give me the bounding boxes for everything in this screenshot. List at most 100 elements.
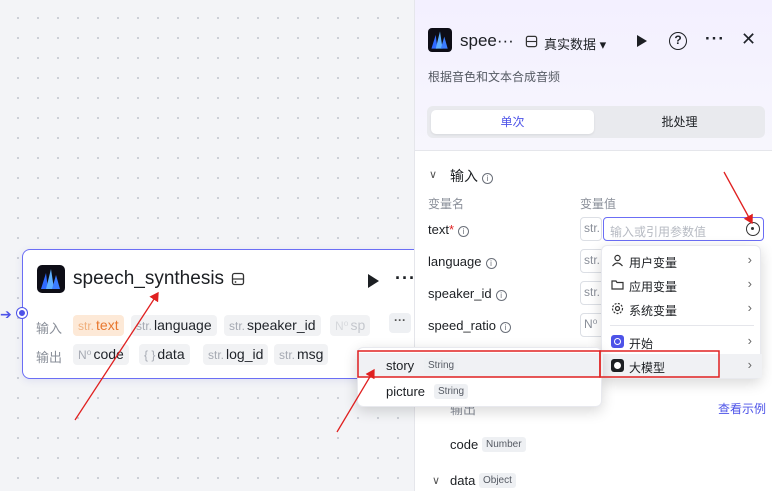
run-node-button[interactable]: [368, 274, 379, 288]
output-name-code: code: [450, 437, 479, 452]
type-badge: String: [424, 358, 459, 373]
tag-name: language: [154, 317, 212, 333]
database-icon: [231, 272, 246, 287]
input-tag-text[interactable]: str. text: [73, 315, 124, 336]
output-tag-data: { } data: [139, 344, 190, 365]
input-port-handle[interactable]: [17, 308, 27, 318]
submenu-item-picture[interactable]: picture String: [358, 379, 603, 403]
tag-name: text: [96, 317, 119, 333]
output-tag-code: N⁰ code: [73, 344, 129, 365]
required-mark: *: [448, 222, 455, 237]
help-icon[interactable]: ?: [669, 32, 687, 50]
incoming-arrow-icon: ➔: [0, 306, 12, 322]
tag-name: msg: [297, 346, 324, 362]
node-input-label: 输入: [36, 321, 63, 336]
type-chip: str.: [580, 217, 602, 241]
tag-name: speaker_id: [247, 317, 316, 333]
type-label: str.: [584, 253, 601, 267]
tag-name: sp: [350, 317, 366, 333]
tag-name: code: [93, 346, 124, 362]
variable-source-menu: 用户变量 › 应用变量 › 系统变量 › 开始 › 大模型 ›: [601, 245, 762, 379]
menu-divider: [610, 325, 754, 326]
menu-item-app-variables[interactable]: 应用变量 ›: [602, 273, 762, 297]
start-icon: [611, 335, 624, 348]
tag-name: log_id: [226, 346, 264, 362]
panel-description: 根据音色和文本合成音频: [428, 70, 561, 84]
variable-name: story: [386, 358, 415, 373]
type-badge: String: [434, 384, 469, 399]
chevron-down-icon[interactable]: ∨: [429, 168, 437, 181]
type-label: { }: [144, 348, 156, 362]
node-more-button[interactable]: ···: [395, 268, 416, 289]
menu-item-user-variables[interactable]: 用户变量 ›: [602, 249, 762, 273]
llm-icon: [611, 359, 624, 372]
input-section-title: 输入 i: [450, 166, 493, 186]
chevron-right-icon: ›: [747, 252, 752, 267]
info-icon[interactable]: i: [482, 173, 493, 184]
llm-output-submenu: story String picture String: [357, 347, 603, 407]
user-icon: [612, 254, 623, 267]
label-text: speaker_id: [428, 286, 492, 301]
panel-more-button[interactable]: ···: [705, 29, 725, 49]
info-icon[interactable]: i: [495, 290, 507, 301]
type-label: N⁰: [335, 319, 349, 333]
tab-batch[interactable]: 批处理: [598, 110, 761, 134]
output-name-data: data: [450, 473, 476, 488]
menu-item-label: 用户变量: [629, 256, 678, 270]
output-tag-log-id: str. log_id: [203, 344, 269, 365]
submenu-item-story[interactable]: story String: [358, 353, 603, 377]
field-label-language: language i: [428, 254, 497, 269]
menu-item-llm-node[interactable]: 大模型 ›: [602, 354, 762, 378]
column-header-value: 变量值: [580, 197, 617, 211]
view-example-link[interactable]: 查看示例: [718, 400, 766, 417]
run-button[interactable]: [637, 35, 647, 47]
type-label: N⁰: [78, 348, 92, 362]
folder-icon: [611, 280, 624, 290]
menu-item-label: 系统变量: [629, 304, 678, 318]
info-icon[interactable]: i: [458, 226, 470, 237]
run-mode-tabs: 单次 批处理: [427, 106, 765, 138]
type-label: str.: [136, 319, 153, 333]
type-label: str.: [279, 348, 296, 362]
type-label: str.: [229, 319, 246, 333]
type-label: str.: [584, 221, 601, 235]
tab-single[interactable]: 单次: [431, 110, 594, 134]
type-badge: Number: [482, 437, 526, 452]
input-placeholder: 输入或引用参数值: [610, 225, 707, 239]
chevron-right-icon: ›: [747, 357, 752, 372]
input-tag-speed[interactable]: N⁰ sp: [330, 315, 370, 336]
type-label: str.: [78, 319, 95, 333]
field-label-text: text* i: [428, 222, 470, 237]
section-title-text: 输入: [450, 168, 478, 184]
plugin-logo-icon: [428, 28, 452, 52]
chevron-right-icon: ›: [747, 300, 752, 315]
info-icon[interactable]: i: [485, 258, 497, 269]
node-output-label: 输出: [36, 350, 63, 365]
close-icon[interactable]: ✕: [741, 29, 756, 50]
type-label: str.: [584, 285, 601, 299]
menu-item-label: 大模型: [629, 361, 666, 375]
text-value-input[interactable]: 输入或引用参数值: [603, 217, 764, 241]
plugin-logo-icon: [37, 265, 65, 293]
menu-item-system-variables[interactable]: 系统变量 ›: [602, 297, 762, 321]
input-tag-speaker-id[interactable]: str. speaker_id: [224, 315, 321, 336]
menu-item-start-node[interactable]: 开始 ›: [602, 330, 762, 354]
field-label-speed-ratio: speed_ratio i: [428, 318, 511, 333]
reference-variable-icon[interactable]: [746, 222, 760, 236]
panel-title: spee···: [460, 31, 514, 50]
menu-item-label: 应用变量: [629, 280, 678, 294]
info-icon[interactable]: i: [499, 322, 511, 333]
more-inputs-button[interactable]: ···: [389, 313, 411, 333]
column-header-name: 变量名: [428, 197, 465, 211]
input-tag-language[interactable]: str. language: [131, 315, 217, 336]
field-label-speaker-id: speaker_id i: [428, 286, 507, 301]
chevron-down-icon[interactable]: ∨: [432, 474, 440, 487]
type-label: N⁰: [584, 317, 598, 331]
chevron-right-icon: ›: [747, 333, 752, 348]
database-icon: [525, 35, 538, 48]
gear-icon: [611, 302, 624, 315]
menu-item-label: 开始: [629, 337, 654, 351]
label-text: speed_ratio: [428, 318, 496, 333]
data-source-select[interactable]: 真实数据 ▾: [544, 34, 606, 53]
type-badge: Object: [479, 473, 516, 488]
